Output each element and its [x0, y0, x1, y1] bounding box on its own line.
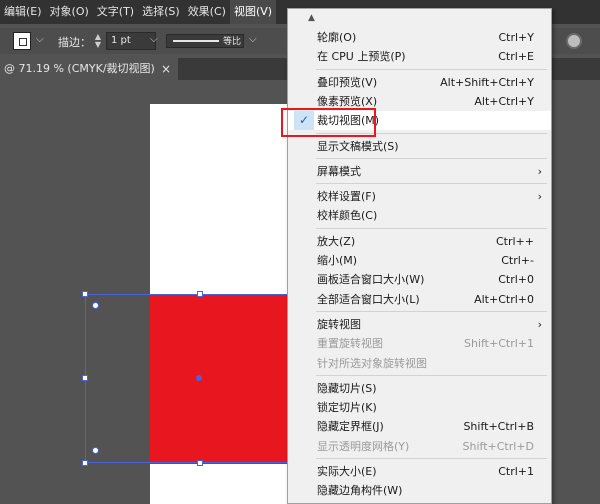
menu-item: 针对所选对象旋转视图	[288, 354, 551, 373]
menu-separator	[316, 374, 547, 376]
menu-item-label: 锁定切片(K)	[317, 401, 377, 415]
menu-item-shortcut: Ctrl+1	[498, 465, 534, 478]
menu-item-label: 叠印预览(V)	[317, 75, 378, 89]
menu-item-label: 校样设置(F)	[317, 190, 376, 204]
menu-separator	[316, 157, 547, 159]
stroke-spinner-icon[interactable]: ▲ ▼	[93, 33, 103, 49]
menu-item-label: 屏幕模式	[317, 164, 361, 178]
menu-item-label: 隐藏定界框(J)	[317, 420, 384, 434]
menu-item[interactable]: 实际大小(E) Ctrl+1	[288, 462, 551, 481]
stroke-label: 描边：	[58, 36, 91, 49]
menu-item-shortcut: Shift+Ctrl+D	[462, 439, 534, 453]
selection-handle[interactable]	[82, 375, 88, 381]
line-style-preview[interactable]: 等比	[166, 34, 244, 48]
menu-item: 显示透明度网格(Y) Shift+Ctrl+D	[288, 437, 551, 456]
menu-item-shortcut: Shift+Ctrl+B	[463, 420, 534, 434]
chevron-right-icon: ›	[537, 164, 542, 178]
corner-widget[interactable]	[92, 302, 99, 309]
menu-separator	[316, 310, 547, 312]
menu-item-label: 全部适合窗口大小(L)	[317, 292, 420, 306]
document-tab-title: @ 71.19 % (CMYK/裁切视图)	[4, 62, 155, 75]
menu-item[interactable]: 画板适合窗口大小(W) Ctrl+0	[288, 270, 551, 289]
chevron-down-icon[interactable]: ⌵	[150, 34, 158, 45]
stroke-weight-field[interactable]: 1 pt	[106, 32, 156, 50]
menu-item-shortcut: Ctrl+Y	[498, 31, 534, 44]
menu-item[interactable]: 缩小(M) Ctrl+-	[288, 251, 551, 270]
menu-view[interactable]: 视图(V)	[229, 0, 277, 24]
menu-item-label: 画板适合窗口大小(W)	[317, 273, 425, 287]
menu-item-label: 在 CPU 上预览(P)	[317, 50, 406, 64]
stroke-swatch[interactable]	[13, 32, 31, 50]
menu-item-shortcut: Ctrl++	[495, 234, 534, 248]
menu-item[interactable]: 旋转视图 ›	[288, 315, 551, 334]
menu-item-label: 实际大小(E)	[317, 465, 377, 478]
selection-handle[interactable]	[197, 291, 203, 297]
menu-item-label: 重置旋转视图	[317, 337, 383, 351]
chevron-down-icon[interactable]: ⌵	[249, 34, 257, 45]
menu-separator	[316, 458, 547, 459]
menu-item[interactable]: 屏幕模式 ›	[288, 162, 551, 181]
menu-item[interactable]: 隐藏边角构件(W)	[288, 481, 551, 500]
menu-separator	[316, 227, 547, 229]
menu-item-label: 旋转视图	[317, 317, 361, 331]
menu-item-label: 隐藏边角构件(W)	[317, 484, 403, 498]
scroll-up-icon[interactable]: ▲	[308, 13, 315, 23]
chevron-right-icon: ›	[537, 190, 542, 204]
menu-item[interactable]: 轮廓(O) Ctrl+Y	[288, 28, 551, 47]
selection-handle[interactable]	[82, 460, 88, 466]
menu-item[interactable]: 校样颜色(C)	[288, 206, 551, 225]
center-point	[196, 375, 202, 381]
menu-item-shortcut: Ctrl+-	[501, 254, 534, 267]
menu-type[interactable]: 文字(T)	[93, 0, 138, 24]
menu-item-shortcut: Ctrl+E	[498, 50, 534, 64]
menu-select[interactable]: 选择(S)	[138, 0, 184, 24]
menu-item[interactable]: 放大(Z) Ctrl++	[288, 232, 551, 251]
line-style-label: 等比	[222, 37, 241, 47]
corner-widget[interactable]	[92, 447, 99, 454]
chevron-right-icon: ›	[537, 317, 542, 331]
menu-item-label: 针对所选对象旋转视图	[317, 356, 427, 370]
view-menu: ▲ 轮廓(O) Ctrl+Y 在 CPU 上预览(P) Ctrl+E 叠印预览(V) Al…	[287, 8, 552, 504]
menu-separator	[316, 68, 547, 70]
menu-item-shortcut: Alt+Shift+Ctrl+Y	[440, 75, 534, 89]
menu-item[interactable]: 锁定切片(K)	[288, 398, 551, 417]
menu-item-shortcut: Alt+Ctrl+Y	[474, 94, 534, 108]
selection-handle[interactable]	[197, 460, 203, 466]
menu-item[interactable]: 叠印预览(V) Alt+Shift+Ctrl+Y	[288, 73, 551, 92]
menu-item-shortcut: Shift+Ctrl+1	[463, 337, 534, 351]
menu-item[interactable]: 显示文稿模式(S)	[288, 137, 551, 156]
menu-edit[interactable]: 编辑(E)	[0, 0, 46, 24]
menu-item[interactable]: 隐藏切片(S)	[288, 379, 551, 398]
menu-item-shortcut: Alt+Ctrl+0	[474, 292, 534, 306]
menu-item[interactable]: 校样设置(F) ›	[288, 187, 551, 206]
menu-item-label: 轮廓(O)	[317, 31, 357, 44]
menu-item[interactable]: 全部适合窗口大小(L) Alt+Ctrl+0	[288, 290, 551, 309]
document-tab[interactable]: @ 71.19 % (CMYK/裁切视图) ×	[0, 58, 178, 80]
menu-item-label: 显示透明度网格(Y)	[317, 439, 410, 453]
close-icon[interactable]: ×	[161, 58, 171, 80]
menu-item-label: 缩小(M)	[317, 254, 358, 267]
selection-handle[interactable]	[82, 291, 88, 297]
menu-item-shortcut: Ctrl+0	[498, 273, 534, 287]
menu-object[interactable]: 对象(O)	[46, 0, 93, 24]
menu-effect[interactable]: 效果(C)	[184, 0, 230, 24]
menu-item: 重置旋转视图 Shift+Ctrl+1	[288, 334, 551, 353]
menu-item-label: 隐藏切片(S)	[317, 381, 377, 395]
menu-item-label: 显示文稿模式(S)	[317, 139, 399, 153]
chevron-down-icon[interactable]: ⌵	[36, 34, 44, 45]
menu-item-label: 校样颜色(C)	[317, 209, 378, 223]
menu-item[interactable]: 隐藏定界框(J) Shift+Ctrl+B	[288, 417, 551, 436]
menu-item-label: 放大(Z)	[317, 234, 356, 248]
globe-icon[interactable]	[566, 33, 582, 49]
menu-item[interactable]: 在 CPU 上预览(P) Ctrl+E	[288, 47, 551, 66]
menu-separator	[316, 183, 547, 185]
highlight-annotation	[281, 108, 376, 137]
